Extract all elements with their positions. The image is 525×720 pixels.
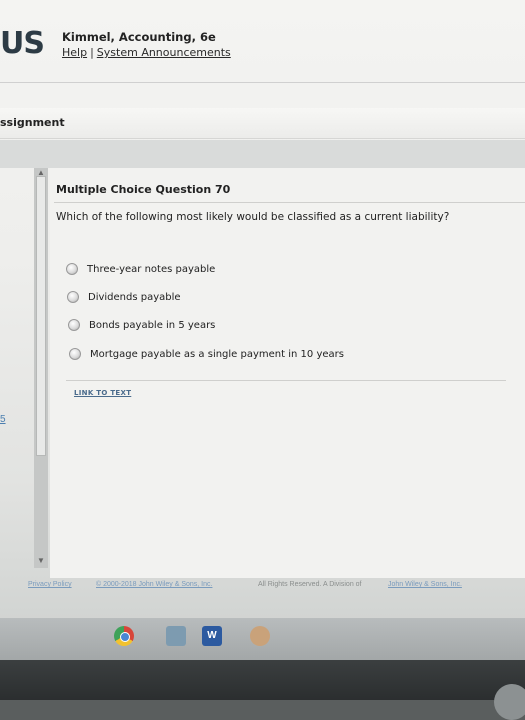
answer-option-label: Bonds payable in 5 years xyxy=(89,319,216,331)
assignment-title: ssignment xyxy=(0,116,65,129)
answer-option[interactable]: Mortgage payable as a single payment in … xyxy=(69,348,344,360)
copyright-link[interactable]: © 2000-2018 John Wiley & Sons, Inc. xyxy=(96,581,212,588)
rights-text: All Rights Reserved. A Division of xyxy=(258,581,362,588)
link-divider xyxy=(66,380,506,381)
music-icon[interactable] xyxy=(250,626,270,646)
word-icon[interactable]: W xyxy=(202,626,222,646)
page-footer: Privacy Policy © 2000-2018 John Wiley & … xyxy=(0,578,525,598)
radio-button[interactable] xyxy=(66,263,78,275)
laptop-bezel xyxy=(0,660,525,700)
answer-option[interactable]: Three-year notes payable xyxy=(66,263,215,275)
header-links: Help | System Announcements xyxy=(62,46,231,59)
answer-option-label: Three-year notes payable xyxy=(87,263,216,275)
header-divider xyxy=(0,82,525,83)
radio-button[interactable] xyxy=(67,291,79,303)
privacy-policy-link[interactable]: Privacy Policy xyxy=(28,581,72,588)
answer-option[interactable]: Bonds payable in 5 years xyxy=(68,319,215,331)
answer-option-label: Dividends payable xyxy=(88,291,181,303)
question-panel xyxy=(50,168,525,578)
scroll-down-arrow-icon[interactable]: ▼ xyxy=(37,556,45,565)
radio-button[interactable] xyxy=(68,319,80,331)
sidebar-page-number[interactable]: 5 xyxy=(0,414,6,425)
scroll-up-arrow-icon[interactable]: ▲ xyxy=(37,168,45,177)
radio-button[interactable] xyxy=(69,348,81,360)
chrome-icon[interactable] xyxy=(114,626,134,646)
assignment-bar xyxy=(0,108,525,139)
question-text: Which of the following most likely would… xyxy=(56,211,450,223)
question-divider xyxy=(54,202,525,203)
wileyplus-logo: US xyxy=(0,26,45,61)
book-title: Kimmel, Accounting, 6e xyxy=(62,30,216,44)
link-separator: | xyxy=(90,46,94,59)
answer-option[interactable]: Dividends payable xyxy=(67,291,181,303)
hp-logo-icon xyxy=(494,684,525,720)
toolbar-band xyxy=(0,140,525,168)
link-to-text-button[interactable]: LINK TO TEXT xyxy=(74,389,131,397)
app-icon[interactable] xyxy=(166,626,186,646)
company-link[interactable]: John Wiley & Sons, Inc. xyxy=(388,581,462,588)
scrollbar-thumb[interactable] xyxy=(36,176,46,456)
system-announcements-link[interactable]: System Announcements xyxy=(97,46,231,59)
browser-viewport: US Kimmel, Accounting, 6e Help | System An… xyxy=(0,0,525,640)
answer-option-label: Mortgage payable as a single payment in … xyxy=(90,348,344,360)
question-heading: Multiple Choice Question 70 xyxy=(56,183,231,196)
help-link[interactable]: Help xyxy=(62,46,87,59)
